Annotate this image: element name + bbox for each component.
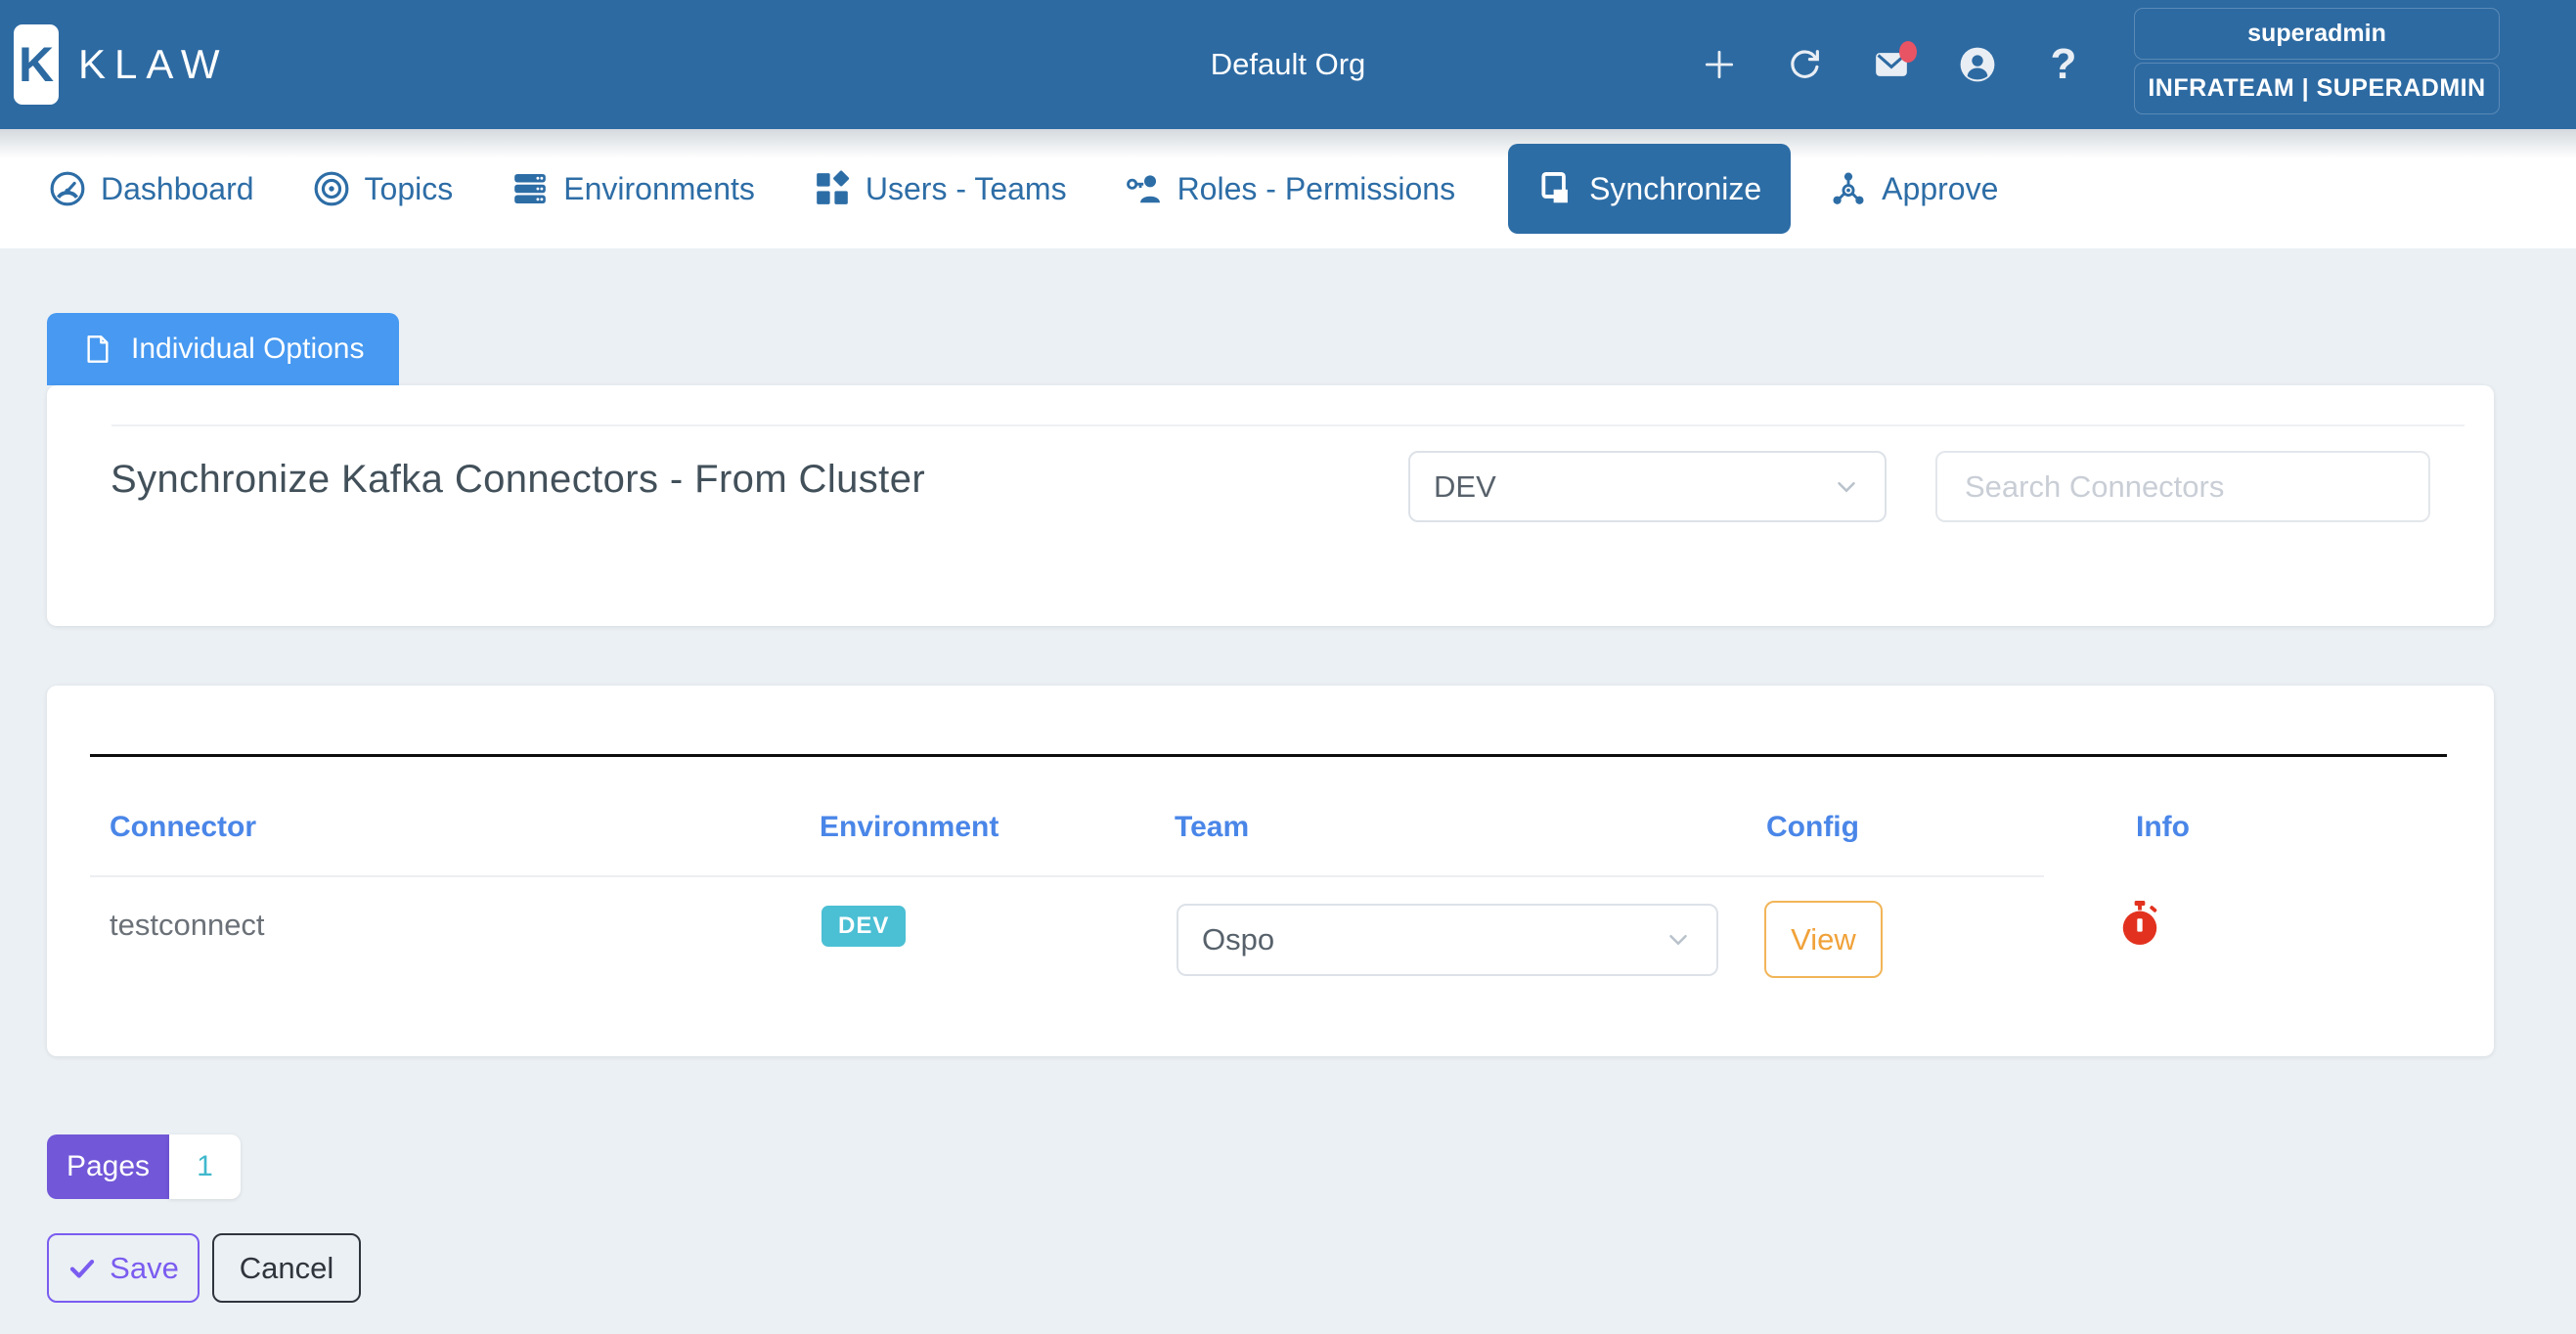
approve-icon [1830, 170, 1867, 207]
table-top-rule [90, 754, 2447, 757]
cancel-button[interactable]: Cancel [212, 1233, 361, 1303]
main-content: Individual Options Synchronize Kafka Con… [0, 313, 2576, 1303]
column-header-environment: Environment [820, 811, 999, 844]
panel-title: Synchronize Kafka Connectors - From Clus… [111, 458, 925, 502]
nav-item-approve[interactable]: Approve [1830, 170, 1998, 207]
stopwatch-alert-icon[interactable] [2117, 901, 2162, 950]
form-actions: Save Cancel [47, 1233, 2494, 1303]
nav-item-topics[interactable]: Topics [313, 170, 454, 207]
header-icon-group: ? [1700, 0, 2083, 129]
mail-icon[interactable] [1872, 45, 1911, 84]
check-icon [67, 1254, 97, 1283]
nav-item-environments[interactable]: Environments [511, 170, 755, 207]
panel-divider [111, 424, 2465, 426]
main-nav: Dashboard Topics Environments [0, 129, 2576, 248]
top-header: K KLAW Default Org [0, 0, 2576, 129]
environment-select-value: DEV [1434, 469, 1496, 505]
org-title: Default Org [1211, 47, 1366, 82]
notification-dot [1899, 41, 1917, 63]
nav-label: Dashboard [101, 171, 254, 207]
brand-title: KLAW [78, 41, 228, 88]
nav-item-roles-permissions[interactable]: Roles - Permissions [1126, 170, 1456, 207]
sync-panel-card: Synchronize Kafka Connectors - From Clus… [47, 385, 2494, 626]
nav-label: Roles - Permissions [1177, 171, 1456, 207]
synchronize-icon [1537, 170, 1575, 207]
cancel-label: Cancel [240, 1251, 334, 1286]
users-teams-icon [814, 170, 851, 207]
file-icon [82, 334, 113, 365]
logo-letter: K [19, 36, 54, 93]
pagination: Pages 1 [47, 1134, 2494, 1199]
user-menu: superadmin INFRATEAM | SUPERADMIN [2134, 8, 2500, 114]
column-header-info: Info [2136, 811, 2190, 844]
topics-icon [313, 170, 350, 207]
nav-label: Synchronize [1589, 171, 1761, 207]
column-header-config: Config [1766, 811, 1859, 844]
help-icon[interactable]: ? [2044, 45, 2083, 84]
tab-bar: Individual Options [47, 313, 2494, 385]
tab-label: Individual Options [131, 333, 364, 366]
view-config-button[interactable]: View [1764, 901, 1883, 978]
klaw-logo-icon[interactable]: K [14, 24, 59, 105]
search-connectors-input[interactable] [1935, 451, 2430, 522]
nav-item-users-teams[interactable]: Users - Teams [814, 170, 1067, 207]
refresh-icon[interactable] [1786, 45, 1825, 84]
chevron-down-icon [1832, 472, 1861, 502]
team-select[interactable]: Ospo [1177, 904, 1718, 976]
column-header-connector: Connector [110, 811, 256, 844]
environments-icon [511, 170, 549, 207]
nav-label: Topics [365, 171, 454, 207]
tab-individual-options[interactable]: Individual Options [47, 313, 399, 385]
save-label: Save [110, 1251, 179, 1286]
help-glyph: ? [2051, 43, 2077, 86]
team-role-menu-item[interactable]: INFRATEAM | SUPERADMIN [2134, 63, 2500, 114]
klaw-app: K KLAW Default Org [0, 0, 2576, 1334]
pages-label: Pages [47, 1134, 169, 1199]
save-button[interactable]: Save [47, 1233, 200, 1303]
nav-label: Environments [563, 171, 755, 207]
environment-select[interactable]: DEV [1408, 451, 1887, 522]
nav-item-dashboard[interactable]: Dashboard [49, 170, 254, 207]
username-menu-item[interactable]: superadmin [2134, 8, 2500, 60]
column-header-team: Team [1175, 811, 1249, 844]
connectors-table-card: Connector Environment Team Config Info t… [47, 686, 2494, 1056]
page-number-button[interactable]: 1 [169, 1134, 241, 1199]
plus-icon[interactable] [1700, 45, 1739, 84]
nav-label: Users - Teams [866, 171, 1067, 207]
dashboard-icon [49, 170, 86, 207]
connector-name-cell: testconnect [110, 908, 265, 943]
nav-label: Approve [1882, 171, 1998, 207]
chevron-down-icon [1664, 925, 1693, 955]
roles-permissions-icon [1126, 170, 1163, 207]
nav-item-synchronize[interactable]: Synchronize [1508, 144, 1791, 234]
row-divider [90, 875, 2044, 877]
environment-badge: DEV [822, 906, 906, 947]
team-select-value: Ospo [1202, 922, 1274, 957]
profile-icon[interactable] [1958, 45, 1997, 84]
